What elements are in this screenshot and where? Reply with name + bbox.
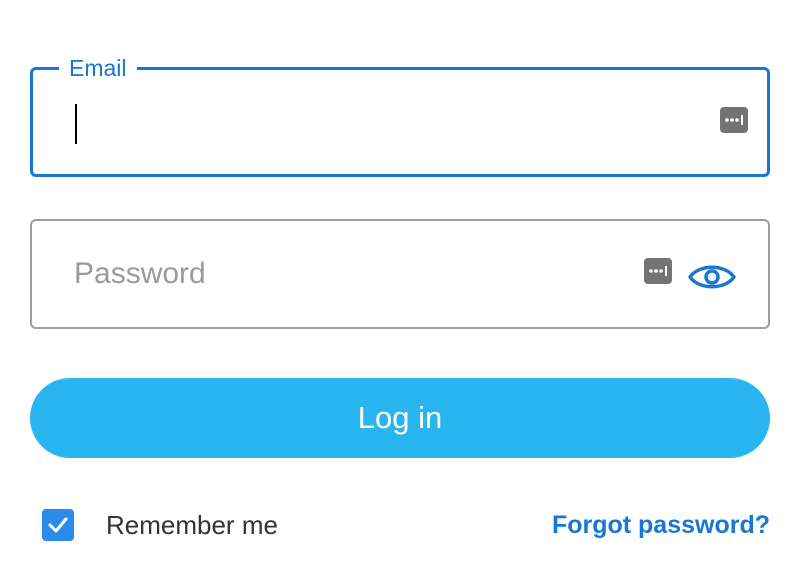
checkmark-icon	[48, 517, 68, 533]
remember-me-label[interactable]: Remember me	[106, 508, 278, 542]
forgot-password-link[interactable]: Forgot password?	[552, 508, 770, 542]
password-manager-key-icon[interactable]	[720, 107, 748, 133]
show-password-button[interactable]	[686, 257, 738, 297]
eye-icon	[688, 265, 736, 289]
email-input[interactable]	[73, 96, 703, 150]
password-field[interactable]	[30, 219, 770, 329]
password-manager-key-icon[interactable]	[644, 258, 672, 284]
email-label: Email	[59, 55, 137, 81]
text-caret	[75, 104, 77, 144]
email-field[interactable]: Email	[30, 55, 770, 177]
password-input[interactable]	[74, 247, 634, 301]
login-button[interactable]: Log in	[30, 378, 770, 458]
remember-me-checkbox[interactable]	[42, 509, 74, 541]
